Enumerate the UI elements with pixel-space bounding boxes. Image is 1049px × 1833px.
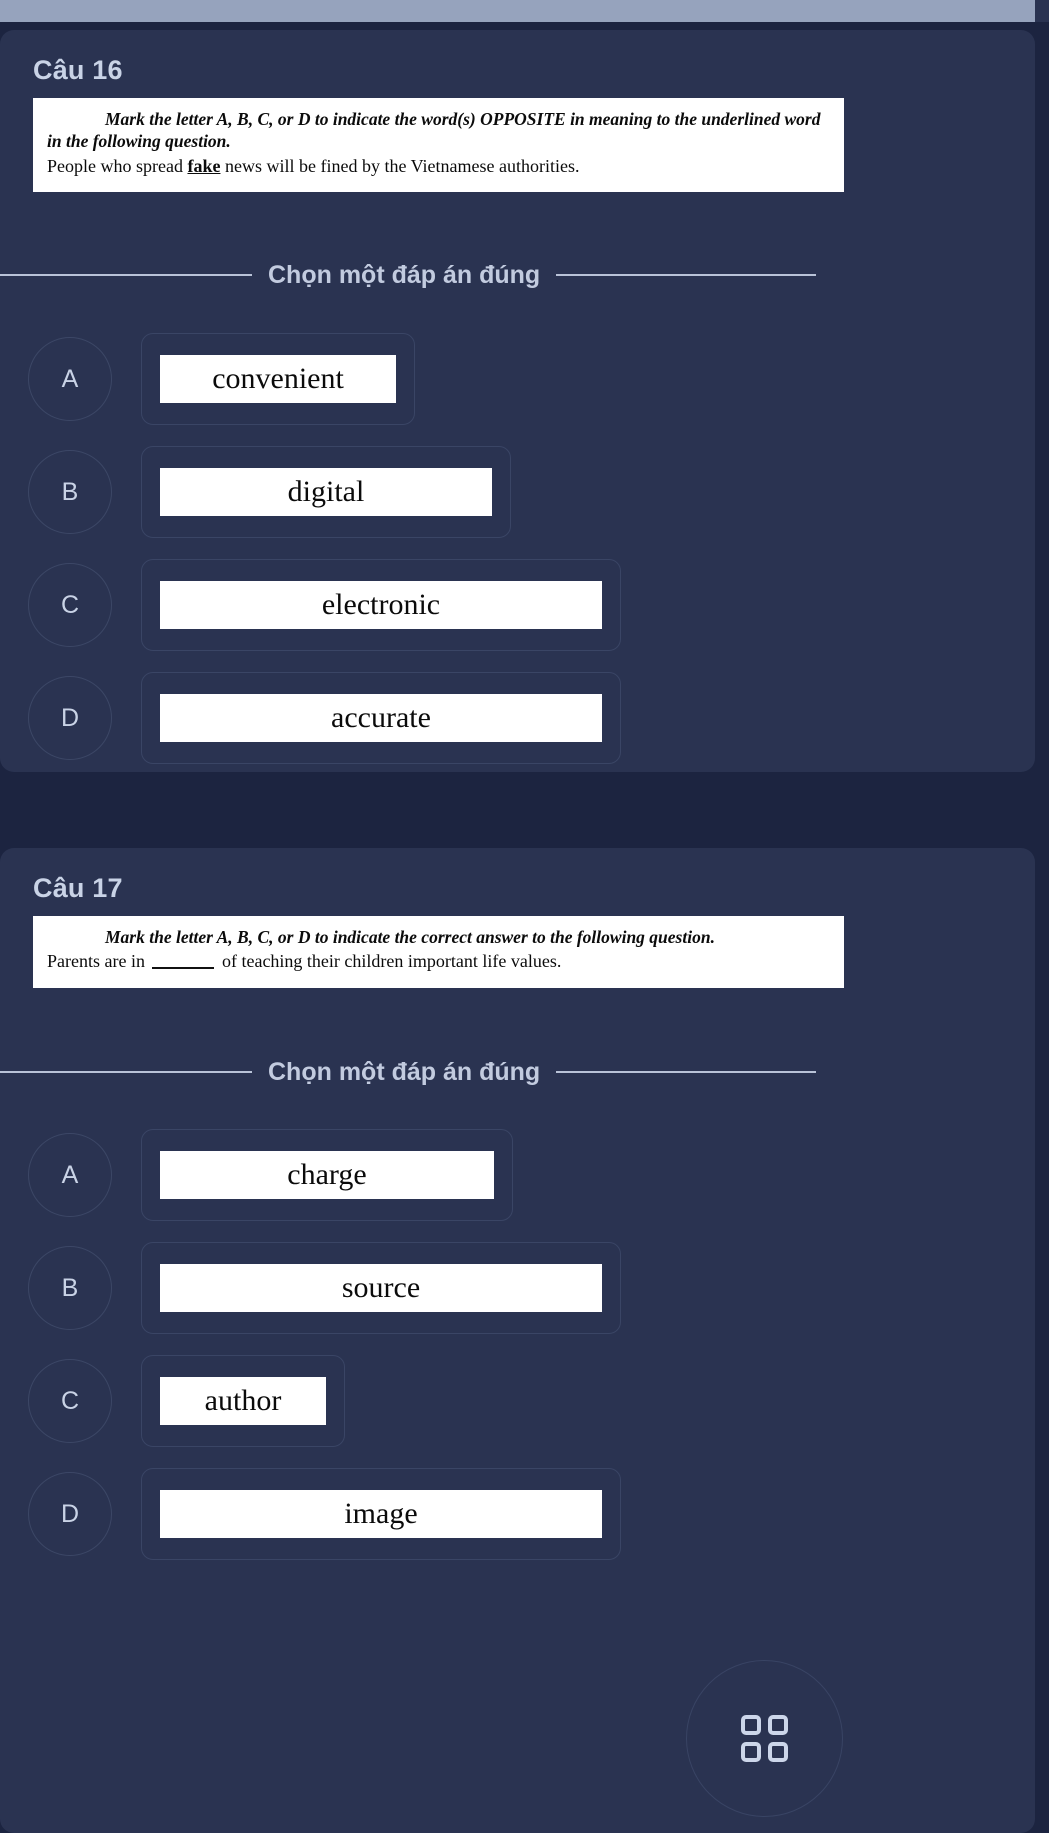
divider-line-right-16 [556,274,817,276]
option-text-b-17: source [160,1264,602,1312]
grid-cell-bottom-left [741,1742,761,1762]
option-letter-badge-c-16[interactable]: C [28,563,112,647]
question-prompt-17: Mark the letter A, B, C, or D to indicat… [33,916,844,988]
top-bar-right-edge [1035,0,1049,22]
choose-answer-label-17: Chọn một đáp án đúng [268,1057,541,1086]
option-letter-badge-b-17[interactable]: B [28,1246,112,1330]
question-prompt-16: Mark the letter A, B, C, or D to indicat… [33,98,844,193]
option-letter-badge-d-17[interactable]: D [28,1472,112,1556]
option-text-d-16: accurate [160,694,602,742]
option-box-c-16[interactable]: electronic [141,559,621,651]
prompt-instruction-17: Mark the letter A, B, C, or D to indicat… [105,927,715,947]
grid-cell-bottom-right [768,1742,788,1762]
option-text-a-16: convenient [160,355,396,403]
choose-answer-label-16: Chọn một đáp án đúng [268,260,541,289]
choose-answer-divider-16: Chọn một đáp án đúng [0,258,1049,292]
option-text-d-17: image [160,1490,602,1538]
option-text-a-17: charge [160,1151,494,1199]
option-box-d-17[interactable]: image [141,1468,621,1560]
top-status-bar [0,0,1035,22]
answer-option-d-16[interactable]: D accurate [0,669,1035,767]
prompt-sentence-16: People who spread fake news will be fine… [47,155,830,178]
answer-option-b-16[interactable]: B digital [0,443,1035,541]
quiz-page: Câu 16 Mark the letter A, B, C, or D to … [0,0,1049,1833]
grid-cell-top-left [741,1715,761,1735]
option-letter-badge-a-16[interactable]: A [28,337,112,421]
answer-option-c-17[interactable]: C author [0,1352,1035,1450]
answer-option-a-16[interactable]: A convenient [0,330,1035,428]
question-title-16: Câu 16 [33,55,123,85]
grid-cell-top-right [768,1715,788,1735]
prompt-sentence-pre-16: People who spread [47,155,188,176]
prompt-blank-17 [152,967,215,970]
option-text-c-17: author [160,1377,326,1425]
prompt-sentence-post-16: news will be fined by the Vietnamese aut… [220,155,580,176]
option-text-b-16: digital [160,468,492,516]
option-box-c-17[interactable]: author [141,1355,345,1447]
divider-line-left-17 [0,1071,252,1073]
answer-option-a-17[interactable]: A charge [0,1126,1035,1224]
divider-line-left-16 [0,274,252,276]
prompt-instruction-16: Mark the letter A, B, C, or D to indicat… [47,109,821,152]
answer-option-b-17[interactable]: B source [0,1239,1035,1337]
answer-options-17: A charge B source C author D image [0,1126,1035,1578]
option-letter-badge-b-16[interactable]: B [28,450,112,534]
option-box-a-16[interactable]: convenient [141,333,415,425]
prompt-underlined-word-16: fake [187,155,221,176]
option-letter-badge-c-17[interactable]: C [28,1359,112,1443]
answer-option-d-17[interactable]: D image [0,1465,1035,1563]
question-title-17: Câu 17 [33,873,123,903]
question-card-16: Câu 16 Mark the letter A, B, C, or D to … [0,30,1035,772]
option-text-c-16: electronic [160,581,602,629]
question-grid-button[interactable] [686,1660,843,1817]
grid-four-squares-icon [741,1715,788,1762]
divider-line-right-17 [556,1071,817,1073]
option-letter-badge-d-16[interactable]: D [28,676,112,760]
choose-answer-divider-17: Chọn một đáp án đúng [0,1055,1049,1089]
answer-option-c-16[interactable]: C electronic [0,556,1035,654]
prompt-sentence-post-17: of teaching their children important lif… [217,951,562,972]
prompt-sentence-17: Parents are in of teaching their childre… [47,950,830,973]
option-box-b-16[interactable]: digital [141,446,511,538]
answer-options-16: A convenient B digital C electronic D ac… [0,330,1035,782]
option-box-b-17[interactable]: source [141,1242,621,1334]
option-letter-badge-a-17[interactable]: A [28,1133,112,1217]
option-box-a-17[interactable]: charge [141,1129,513,1221]
option-box-d-16[interactable]: accurate [141,672,621,764]
prompt-sentence-pre-17: Parents are in [47,951,150,972]
question-card-17: Câu 17 Mark the letter A, B, C, or D to … [0,848,1035,1833]
